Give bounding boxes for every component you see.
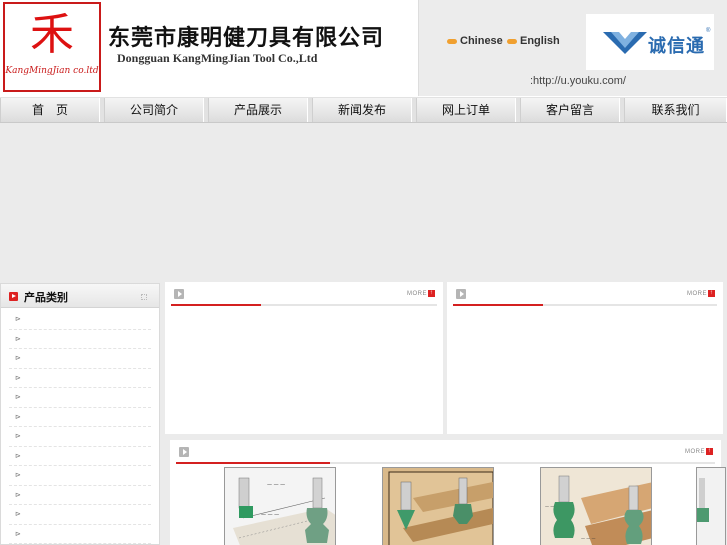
category-list: ⊳ ⊳ ⊳ ⊳ ⊳ ⊳ ⊳ ⊳ ⊳ ⊳ ⊳ ⊳ <box>1 310 159 544</box>
more-link[interactable]: MORE ↑ <box>407 290 435 297</box>
product-thumbnail[interactable] <box>382 467 494 545</box>
category-item[interactable]: ⊳ <box>9 525 151 544</box>
page: ⽲ KangMingJian co.ltd 东莞市康明健刀具有限公司 Dongg… <box>0 0 727 545</box>
logo-subtitle: KangMingJian co.ltd <box>5 66 99 76</box>
category-item[interactable]: ⊳ <box>9 349 151 369</box>
more-label: MORE <box>687 291 707 298</box>
panel-divider-accent <box>176 462 330 464</box>
lang-chinese-label: Chinese <box>460 35 503 47</box>
arrow-up-icon: ↑ <box>428 290 435 297</box>
panel-divider-accent <box>453 304 543 306</box>
logo-area: ⽲ KangMingJian co.ltd 东莞市康明健刀具有限公司 Dongg… <box>0 0 419 96</box>
bullet-icon <box>447 38 457 44</box>
dots-icon <box>141 294 147 300</box>
double-arrow-icon: ⊳ <box>15 530 21 538</box>
more-label: MORE <box>407 291 427 298</box>
nav-item-order[interactable]: 网上订单 <box>416 98 516 122</box>
panel-divider <box>171 304 437 306</box>
partner-mark-icon <box>603 32 647 54</box>
category-item[interactable]: ⊳ <box>9 505 151 525</box>
nav-item-feedback[interactable]: 客户留言 <box>520 98 620 122</box>
header: ⽲ KangMingJian co.ltd 东莞市康明健刀具有限公司 Dongg… <box>0 0 727 96</box>
news-panel: MORE ↑ <box>447 282 723 434</box>
nav-item-contact[interactable]: 联系我们 <box>624 98 727 122</box>
company-name-en: Dongguan KangMingJian Tool Co.,Ltd <box>117 51 318 65</box>
double-arrow-icon: ⊳ <box>15 433 21 440</box>
router-bit-image <box>383 468 493 545</box>
router-bit-image: — — — — — — <box>225 468 335 545</box>
more-link[interactable]: MORE ↑ <box>685 448 713 455</box>
panel-header: MORE ↑ <box>170 440 721 464</box>
category-item[interactable]: ⊳ <box>9 310 151 330</box>
main-nav: 首 页 公司简介 产品展示 新闻发布 网上订单 客户留言 联系我们 <box>0 96 727 123</box>
double-arrow-icon: ⊳ <box>15 472 21 479</box>
panel-divider-accent <box>171 304 261 306</box>
double-arrow-icon: ⊳ <box>15 355 21 362</box>
category-item[interactable]: ⊳ <box>9 408 151 427</box>
category-item[interactable]: ⊳ <box>9 427 151 447</box>
product-thumbnail[interactable]: — — — — — <box>540 467 652 545</box>
panel-divider <box>453 304 717 306</box>
product-category-sidebar: 产品类别 ⊳ ⊳ ⊳ ⊳ ⊳ ⊳ ⊳ ⊳ ⊳ ⊳ ⊳ ⊳ <box>0 283 160 545</box>
partner-logo[interactable]: 诚信通 ® <box>586 14 714 70</box>
nav-item-home[interactable]: 首 页 <box>0 98 100 122</box>
lang-english-link[interactable]: English <box>507 35 560 47</box>
bullet-icon <box>507 38 517 44</box>
arrow-right-icon <box>179 447 189 457</box>
product-thumbnail[interactable]: — — — — — — <box>224 467 336 545</box>
arrow-up-icon: ↑ <box>708 290 715 297</box>
lang-chinese-link[interactable]: Chinese <box>447 35 503 47</box>
double-arrow-icon: ⊳ <box>15 511 21 518</box>
nav-item-about[interactable]: 公司简介 <box>104 98 204 122</box>
panel-header: MORE ↑ <box>165 282 443 306</box>
nav-item-news[interactable]: 新闻发布 <box>312 98 412 122</box>
arrow-up-icon: ↑ <box>706 448 713 455</box>
video-url-link[interactable]: :http://u.youku.com/ <box>530 75 626 87</box>
sidebar-title: 产品类别 <box>24 292 68 304</box>
panel-divider <box>176 462 715 464</box>
lang-english-label: English <box>520 35 560 47</box>
category-item[interactable]: ⊳ <box>9 486 151 505</box>
svg-text:— — —: — — — <box>267 482 285 488</box>
company-intro-panel: MORE ↑ <box>165 282 443 434</box>
company-name-cn: 东莞市康明健刀具有限公司 <box>108 25 385 51</box>
panel-header: MORE ↑ <box>447 282 723 306</box>
arrow-right-icon <box>456 289 466 299</box>
logo-glyph: ⽲ <box>30 9 74 60</box>
registered-mark: ® <box>706 28 711 34</box>
router-bit-image <box>697 468 725 545</box>
svg-text:— — —: — — — <box>261 512 279 518</box>
category-item[interactable]: ⊳ <box>9 447 151 466</box>
double-arrow-icon: ⊳ <box>15 413 21 421</box>
banner-area <box>0 124 727 280</box>
double-arrow-icon: ⊳ <box>15 374 21 382</box>
sidebar-header: 产品类别 <box>1 284 159 308</box>
category-item[interactable]: ⊳ <box>9 466 151 486</box>
double-arrow-icon: ⊳ <box>15 316 21 323</box>
double-arrow-icon: ⊳ <box>15 335 21 343</box>
product-showcase-panel: MORE ↑ — — — — — — — — — — — <box>170 440 726 545</box>
more-label: MORE <box>685 449 705 456</box>
nav-item-products[interactable]: 产品展示 <box>208 98 308 122</box>
double-arrow-icon: ⊳ <box>15 452 21 460</box>
product-thumbnail[interactable] <box>696 467 726 545</box>
router-bit-image: — — — — — <box>541 468 651 545</box>
double-arrow-icon: ⊳ <box>15 394 21 401</box>
category-item[interactable]: ⊳ <box>9 388 151 408</box>
svg-text:— — —: — — — <box>581 536 596 541</box>
svg-text:— —: — — <box>545 504 554 509</box>
category-item[interactable]: ⊳ <box>9 369 151 388</box>
arrow-right-icon <box>174 289 184 299</box>
category-item[interactable]: ⊳ <box>9 330 151 349</box>
arrow-right-icon <box>9 292 18 301</box>
partner-logo-text: 诚信通 <box>648 36 705 56</box>
company-logo[interactable]: ⽲ KangMingJian co.ltd <box>3 2 101 92</box>
more-link[interactable]: MORE ↑ <box>687 290 715 297</box>
double-arrow-icon: ⊳ <box>15 491 21 499</box>
